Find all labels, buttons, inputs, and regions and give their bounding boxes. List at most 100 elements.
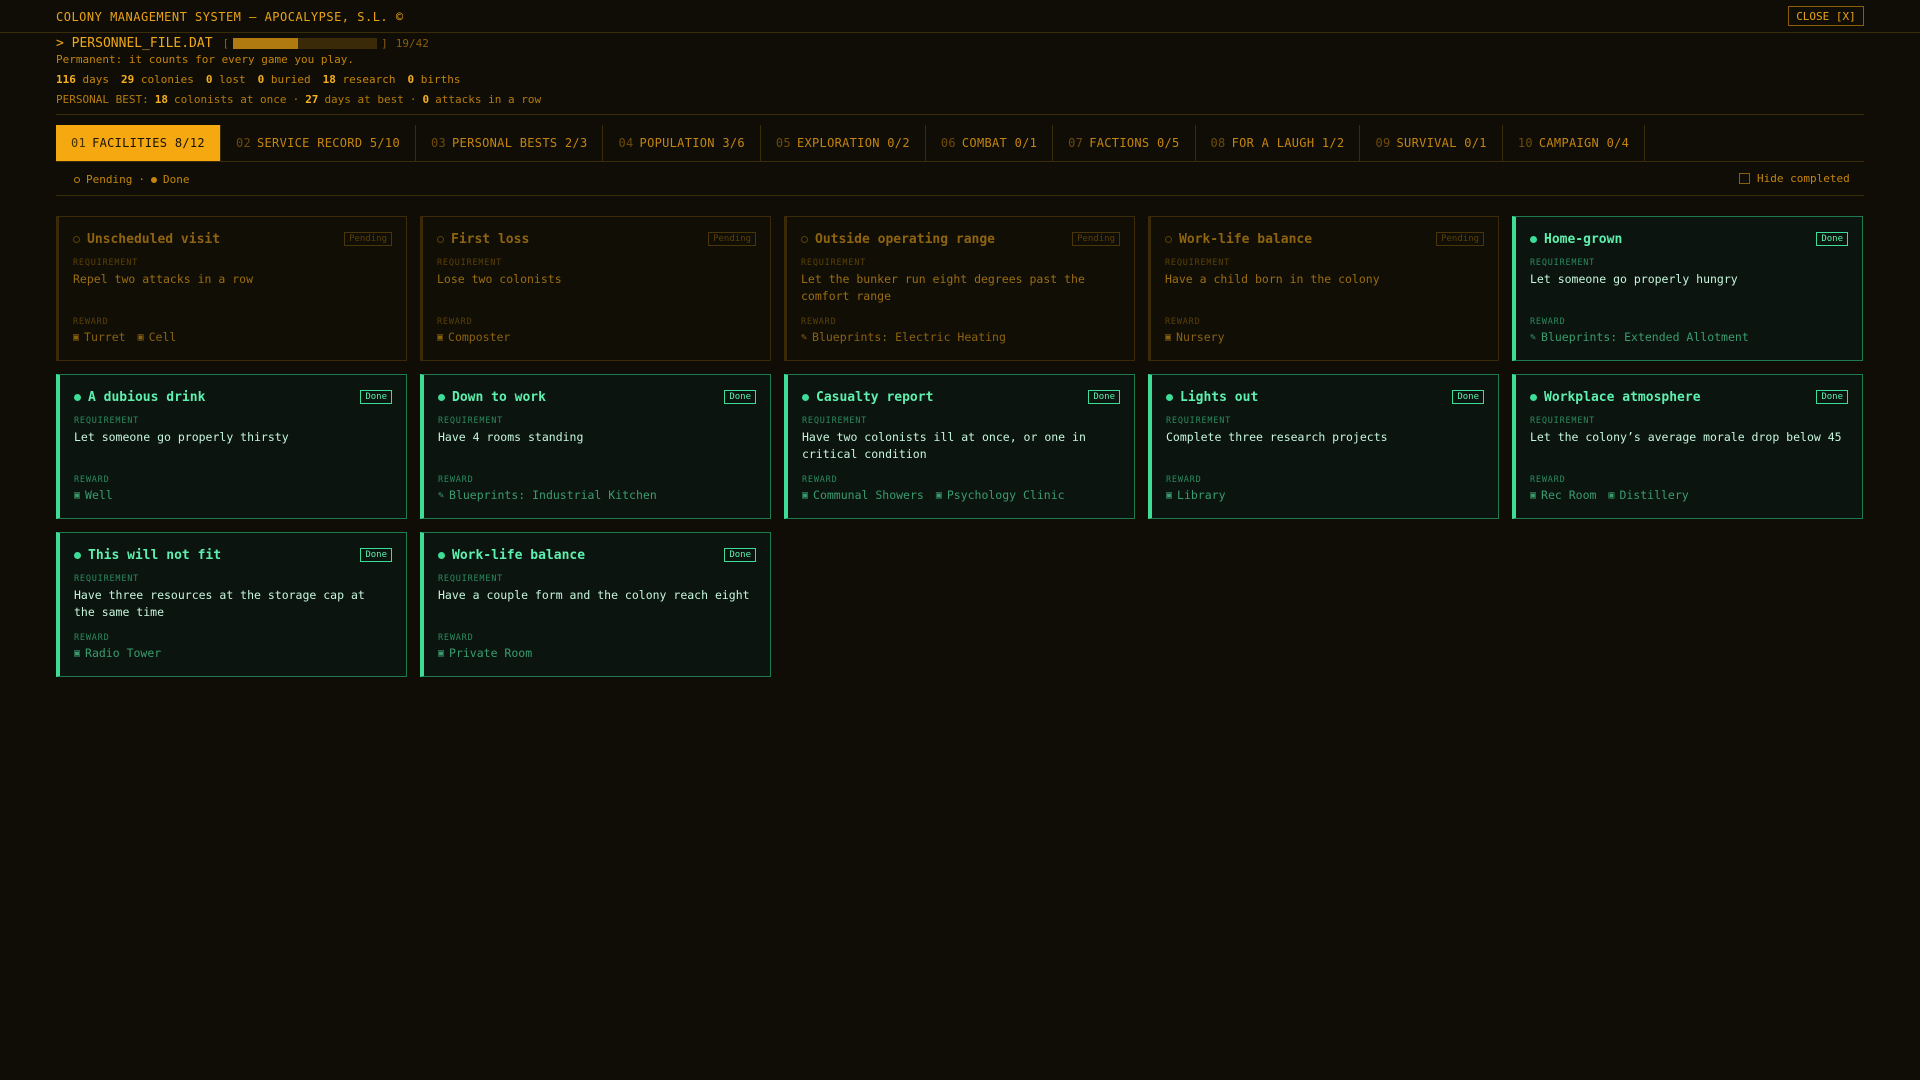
achievement-card[interactable]: Outside operating range Pending REQUIREMEN… xyxy=(784,216,1135,361)
tab-number: 09 xyxy=(1375,136,1391,150)
app-title: COLONY MANAGEMENT SYSTEM — APOCALYPSE, S… xyxy=(56,10,404,24)
file-name: > PERSONNEL_FILE.DAT xyxy=(56,35,213,51)
reward-name: Distillery xyxy=(1619,488,1689,502)
reward-name: Turret xyxy=(84,330,126,344)
reward-label: REWARD xyxy=(74,475,110,485)
done-dot-icon xyxy=(1530,235,1537,243)
requirement-label: REQUIREMENT xyxy=(74,416,140,426)
tab-label: FOR A LAUGH 1/2 xyxy=(1231,136,1345,150)
tab-02[interactable]: 02 SERVICE RECORD 5/10 xyxy=(221,125,416,161)
status-badge: Done xyxy=(724,548,756,562)
block-icon: ▣ xyxy=(73,331,80,343)
pending-dot-icon xyxy=(74,176,80,183)
close-button[interactable]: CLOSE [X] xyxy=(1788,6,1864,26)
achievement-card[interactable]: Work-life balance Pending REQUIREMENT Have … xyxy=(1148,216,1499,361)
stat-value: 0 xyxy=(205,73,213,86)
achievement-card[interactable]: A dubious drink Done REQUIREMENT Let someon… xyxy=(56,374,407,519)
tab-label: PERSONAL BESTS 2/3 xyxy=(452,136,588,150)
requirement-text: Let someone go properly thirsty xyxy=(74,430,289,444)
tab-number: 08 xyxy=(1210,136,1226,150)
progress-count: 19/42 xyxy=(395,36,429,50)
achievement-card[interactable]: Down to work Done REQUIREMENT Have 4 rooms … xyxy=(420,374,771,519)
requirement-text: Let the bunker run eight degrees past th… xyxy=(801,272,1085,303)
legend-pending: Pending xyxy=(86,173,133,186)
reward-list: ✎ Blueprints: Electric Heating xyxy=(801,330,1120,344)
achievement-card[interactable]: Unscheduled visit Pending REQUIREMENT Repel… xyxy=(56,216,407,361)
block-icon: ▣ xyxy=(74,647,81,659)
pencil-icon: ✎ xyxy=(801,331,808,343)
done-dot-icon xyxy=(74,393,81,401)
hide-completed-toggle[interactable]: Hide completed xyxy=(1739,172,1850,185)
reward-list: ▣ Well xyxy=(74,488,392,502)
reward-item: ▣ Library xyxy=(1166,488,1226,502)
requirement-text: Repel two attacks in a row xyxy=(73,272,254,286)
stat-research: 18 research xyxy=(323,73,396,86)
done-dot-icon xyxy=(1166,393,1173,401)
achievement-card[interactable]: This will not fit Done REQUIREMENT Have thr… xyxy=(56,532,407,677)
tab-07[interactable]: 07 FACTIONS 0/5 xyxy=(1053,125,1196,161)
block-icon: ▣ xyxy=(935,489,942,501)
card-title: Work-life balance xyxy=(452,547,586,563)
tab-10[interactable]: 10 CAMPAIGN 0/4 xyxy=(1503,125,1646,161)
tab-label: COMBAT 0/1 xyxy=(961,136,1038,150)
tab-number: 10 xyxy=(1517,136,1533,150)
top-bar: COLONY MANAGEMENT SYSTEM — APOCALYPSE, S… xyxy=(0,0,1920,33)
requirement-label: REQUIREMENT xyxy=(1166,416,1232,426)
achievement-card[interactable]: Home-grown Done REQUIREMENT Let someone go … xyxy=(1512,216,1863,361)
pending-dot-icon xyxy=(1165,235,1172,243)
tab-03[interactable]: 03 PERSONAL BESTS 2/3 xyxy=(416,125,604,161)
divider xyxy=(56,114,1864,115)
card-header: First loss Pending xyxy=(437,231,756,247)
done-dot-icon xyxy=(1530,393,1537,401)
tab-08[interactable]: 08 FOR A LAUGH 1/2 xyxy=(1196,125,1361,161)
tab-label: SERVICE RECORD 5/10 xyxy=(257,136,400,150)
tab-09[interactable]: 09 SURVIVAL 0/1 xyxy=(1360,125,1503,161)
reward-list: ▣ Radio Tower xyxy=(74,646,392,660)
card-title: Down to work xyxy=(452,389,546,405)
reward-item: ▣ Composter xyxy=(437,330,510,344)
pb-separator: · xyxy=(409,93,417,106)
tab-number: 06 xyxy=(940,136,956,150)
achievement-card[interactable]: Workplace atmosphere Done REQUIREMENT Let t… xyxy=(1512,374,1863,519)
progress-bar xyxy=(233,37,378,49)
reward-name: Blueprints: Extended Allotment xyxy=(1541,330,1749,344)
reward-label: REWARD xyxy=(1165,317,1201,327)
tab-04[interactable]: 04 POPULATION 3/6 xyxy=(603,125,761,161)
card-title: First loss xyxy=(451,231,530,247)
reward-list: ▣ Private Room xyxy=(438,646,756,660)
reward-name: Composter xyxy=(448,330,511,344)
tab-05[interactable]: 05 EXPLORATION 0/2 xyxy=(761,125,926,161)
reward-item: ✎ Blueprints: Electric Heating xyxy=(801,330,1006,344)
reward-label: REWARD xyxy=(802,475,838,485)
reward-label: REWARD xyxy=(73,317,109,327)
divider xyxy=(56,195,1864,196)
requirement-label: REQUIREMENT xyxy=(437,258,503,268)
reward-item: ✎ Blueprints: Industrial Kitchen xyxy=(438,488,657,502)
reward-name: Blueprints: Electric Heating xyxy=(812,330,1006,344)
stat-value: 18 xyxy=(322,73,336,86)
achievement-card[interactable]: Casualty report Done REQUIREMENT Have two c… xyxy=(784,374,1135,519)
reward-name: Nursery xyxy=(1176,330,1225,344)
status-badge: Pending xyxy=(344,232,392,246)
requirement-text: Have two colonists ill at once, or one i… xyxy=(802,430,1086,461)
achievement-card[interactable]: First loss Pending REQUIREMENT Lose two col… xyxy=(420,216,771,361)
achievement-card[interactable]: Lights out Done REQUIREMENT Complete three … xyxy=(1148,374,1499,519)
tab-01[interactable]: 01 FACILITIES 8/12 xyxy=(56,125,221,161)
tab-label: POPULATION 3/6 xyxy=(639,136,745,150)
stats-line: 116 days 29 colonies 0 lost 0 buried 18 rese… xyxy=(56,73,460,86)
requirement-label: REQUIREMENT xyxy=(74,574,140,584)
card-title: Casualty report xyxy=(816,389,934,405)
requirement-label: REQUIREMENT xyxy=(438,574,504,584)
progress-bracket-close: ] xyxy=(381,36,388,50)
reward-list: ▣ Communal Showers ▣ Psychology Clinic xyxy=(802,488,1120,502)
tab-number: 02 xyxy=(235,136,251,150)
block-icon: ▣ xyxy=(437,331,444,343)
reward-list: ▣ Turret ▣ Cell xyxy=(73,330,392,344)
achievement-card[interactable]: Work-life balance Done REQUIREMENT Have a c… xyxy=(420,532,771,677)
reward-item: ▣ Turret xyxy=(73,330,126,344)
tab-06[interactable]: 06 COMBAT 0/1 xyxy=(926,125,1054,161)
status-badge: Done xyxy=(1816,390,1848,404)
requirement-label: REQUIREMENT xyxy=(438,416,504,426)
pending-dot-icon xyxy=(437,235,444,243)
checkbox-icon[interactable] xyxy=(1739,173,1750,184)
